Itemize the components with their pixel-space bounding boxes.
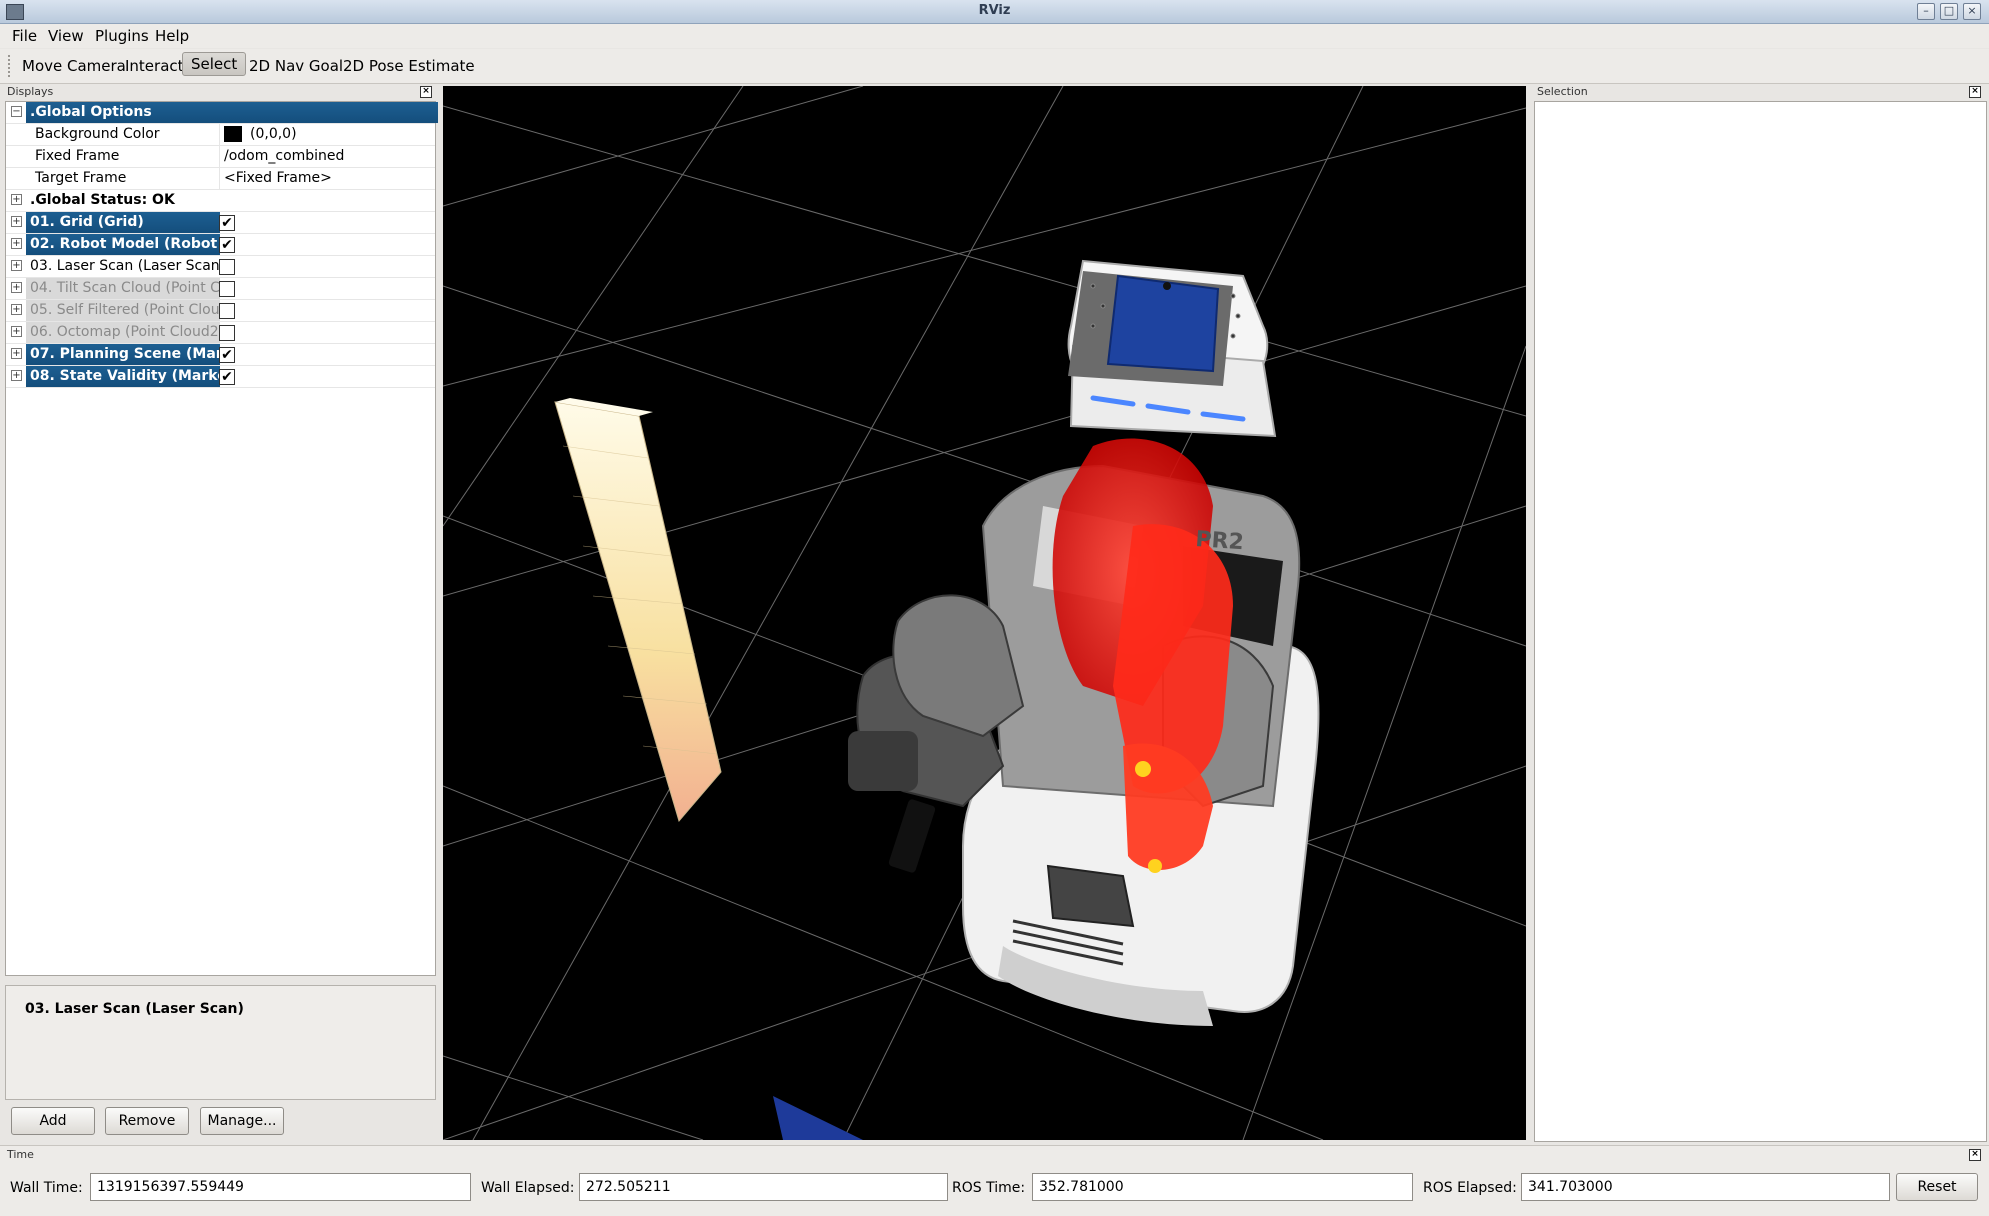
display-enabled-checkbox[interactable]: ✔ <box>219 347 235 363</box>
close-icon[interactable]: × <box>1963 3 1981 20</box>
tree-row-global-status[interactable]: + .Global Status: OK <box>6 190 435 212</box>
display-enabled-checkbox[interactable]: ✔ <box>219 215 235 231</box>
scene-render: PR2 <box>443 86 1526 1140</box>
minimize-icon[interactable]: – <box>1917 3 1935 20</box>
tool-2d-nav-goal[interactable]: 2D Nav Goal <box>245 57 347 75</box>
tree-row-target-frame[interactable]: Target Frame <Fixed Frame> <box>6 168 435 190</box>
expand-icon[interactable]: + <box>11 238 22 249</box>
displays-tree[interactable]: − .Global Options Background Color (0,0,… <box>5 101 438 976</box>
displays-panel-title: Displays <box>7 85 54 98</box>
display-enabled-checkbox[interactable] <box>219 325 235 341</box>
expand-icon[interactable]: + <box>11 216 22 227</box>
tool-select[interactable]: Select <box>182 52 247 76</box>
window-title: RViz <box>978 3 1011 18</box>
wall-elapsed-field[interactable]: 272.505211 <box>579 1173 948 1201</box>
tree-row-display[interactable]: + 01. Grid (Grid) ✔ <box>6 212 435 234</box>
background-color-label: Background Color <box>35 126 160 142</box>
menu-bar: File View Plugins Help <box>0 24 1989 48</box>
wall-time-label: Wall Time: <box>10 1180 83 1196</box>
display-name: 01. Grid (Grid) <box>26 212 220 233</box>
display-enabled-checkbox[interactable]: ✔ <box>219 369 235 385</box>
ros-time-field[interactable]: 352.781000 <box>1032 1173 1413 1201</box>
display-name: 03. Laser Scan (Laser Scan) <box>30 258 220 274</box>
ros-time-label: ROS Time: <box>952 1180 1026 1196</box>
fixed-frame-value[interactable]: /odom_combined <box>219 146 344 167</box>
display-name: 05. Self Filtered (Point Clouc <box>26 300 220 321</box>
display-enabled-checkbox[interactable] <box>219 303 235 319</box>
color-swatch[interactable] <box>224 126 242 142</box>
help-text: 03. Laser Scan (Laser Scan) <box>25 1001 244 1017</box>
display-enabled-checkbox[interactable] <box>219 281 235 297</box>
manage-button[interactable]: Manage... <box>200 1107 284 1135</box>
menu-help[interactable]: Help <box>155 27 189 45</box>
remove-button[interactable]: Remove <box>105 1107 189 1135</box>
expand-icon[interactable]: + <box>11 348 22 359</box>
tree-row-fixed-frame[interactable]: Fixed Frame /odom_combined <box>6 146 435 168</box>
menu-view[interactable]: View <box>48 27 84 45</box>
tree-row-global-options[interactable]: − .Global Options <box>6 102 438 124</box>
tree-row-display[interactable]: + 06. Octomap (Point Cloud2) <box>6 322 435 344</box>
tree-row-display[interactable]: + 08. State Validity (Marke ✔ <box>6 366 435 388</box>
reset-button[interactable]: Reset <box>1896 1173 1978 1201</box>
ros-elapsed-label: ROS Elapsed: <box>1423 1180 1517 1196</box>
fixed-frame-label: Fixed Frame <box>35 148 120 164</box>
expand-icon[interactable]: + <box>11 282 22 293</box>
display-enabled-checkbox[interactable]: ✔ <box>219 237 235 253</box>
display-name: 08. State Validity (Marke <box>26 366 220 387</box>
menu-plugins[interactable]: Plugins <box>95 27 149 45</box>
global-options-label: .Global Options <box>26 102 438 123</box>
3d-viewport[interactable]: PR2 <box>443 86 1526 1140</box>
expand-icon[interactable]: + <box>11 260 22 271</box>
displays-close-icon[interactable]: × <box>420 86 432 98</box>
tree-row-display[interactable]: + 05. Self Filtered (Point Clouc <box>6 300 435 322</box>
target-frame-value[interactable]: <Fixed Frame> <box>219 168 332 189</box>
expand-icon[interactable]: + <box>11 304 22 315</box>
selection-tree[interactable] <box>1534 101 1987 1142</box>
collapse-icon[interactable]: − <box>11 106 22 117</box>
display-enabled-checkbox[interactable] <box>219 259 235 275</box>
tool-move-camera[interactable]: Move Camera <box>18 57 130 75</box>
wall-elapsed-label: Wall Elapsed: <box>481 1180 575 1196</box>
ros-elapsed-field[interactable]: 341.703000 <box>1521 1173 1890 1201</box>
target-frame-label: Target Frame <box>35 170 127 186</box>
display-name: 02. Robot Model (Robot <box>26 234 220 255</box>
time-close-icon[interactable]: × <box>1969 1149 1981 1161</box>
background-color-text: (0,0,0) <box>250 126 297 142</box>
title-bar: RViz – □ × <box>0 0 1989 24</box>
global-status-label: .Global Status: OK <box>30 192 175 208</box>
tree-row-display[interactable]: + 03. Laser Scan (Laser Scan) <box>6 256 435 278</box>
collision-pillar <box>554 398 722 823</box>
tree-row-display[interactable]: + 04. Tilt Scan Cloud (Point Cl <box>6 278 435 300</box>
pr2-robot: PR2 <box>848 259 1320 1026</box>
time-panel-title: Time <box>7 1148 34 1161</box>
display-name: 07. Planning Scene (Mar <box>26 344 220 365</box>
selection-close-icon[interactable]: × <box>1969 86 1981 98</box>
expand-icon[interactable]: + <box>11 370 22 381</box>
tool-2d-pose-estimate[interactable]: 2D Pose Estimate <box>339 57 479 75</box>
blue-marker <box>773 1096 863 1140</box>
tree-row-display[interactable]: + 07. Planning Scene (Mar ✔ <box>6 344 435 366</box>
robot-label: PR2 <box>1195 527 1245 555</box>
add-button[interactable]: Add <box>11 1107 95 1135</box>
menu-file[interactable]: File <box>12 27 37 45</box>
wall-time-field[interactable]: 1319156397.559449 <box>90 1173 471 1201</box>
selection-panel-title: Selection <box>1537 85 1588 98</box>
background-color-value[interactable]: (0,0,0) <box>219 124 297 145</box>
tree-row-display[interactable]: + 02. Robot Model (Robot ✔ <box>6 234 435 256</box>
expand-icon[interactable]: + <box>11 194 22 205</box>
maximize-icon[interactable]: □ <box>1940 3 1958 20</box>
expand-icon[interactable]: + <box>11 326 22 337</box>
display-help-box: 03. Laser Scan (Laser Scan) <box>5 985 436 1100</box>
tree-row-background-color[interactable]: Background Color (0,0,0) <box>6 124 435 146</box>
tool-interact[interactable]: Interact <box>121 57 188 75</box>
display-name: 04. Tilt Scan Cloud (Point Cl <box>26 278 220 299</box>
toolbar: Move Camera Interact Select 2D Nav Goal … <box>0 49 1989 84</box>
toolbar-grip[interactable] <box>8 55 13 77</box>
display-name: 06. Octomap (Point Cloud2) <box>26 322 220 343</box>
